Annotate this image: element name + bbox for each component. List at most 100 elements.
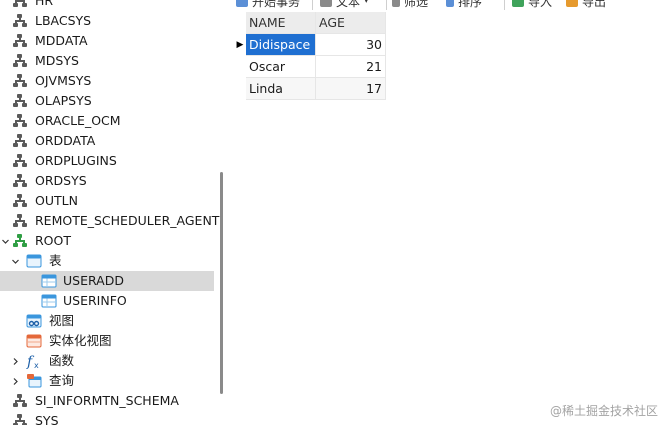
toolbar-separator: [312, 0, 313, 10]
row-gutter: ▶: [234, 12, 246, 56]
text-icon: [320, 0, 332, 7]
schema-icon: [12, 53, 28, 69]
tree-item-materialized-views[interactable]: 实体化视图: [0, 331, 214, 351]
tree-item-root[interactable]: ROOT: [0, 231, 214, 251]
tree-item-label: SI_INFORMTN_SCHEMA: [35, 393, 179, 408]
cell-age[interactable]: 30: [316, 34, 386, 56]
table-folder-icon: [26, 253, 42, 269]
export-button[interactable]: 导出: [566, 0, 606, 10]
begin-transaction-button[interactable]: 开始事务: [236, 0, 300, 10]
schema-icon: [12, 173, 28, 189]
sort-button[interactable]: 排序: [446, 0, 482, 10]
chevron-down-icon[interactable]: [0, 231, 10, 251]
view-icon: [26, 313, 42, 329]
tree-item-label: HR: [35, 0, 54, 8]
tree-item-label: ORDPLUGINS: [35, 153, 117, 168]
schema-icon: [12, 133, 28, 149]
chevron-down-icon: ▾: [364, 0, 369, 6]
tree-item-label: SYS: [35, 413, 59, 425]
chevron-down-icon[interactable]: [10, 251, 20, 271]
cell-age[interactable]: 17: [316, 78, 386, 100]
export-label: 导出: [582, 0, 607, 9]
schema-icon: [12, 153, 28, 169]
tree-item-functions[interactable]: fx 函数: [0, 351, 214, 371]
tree-item-label: 表: [49, 253, 62, 268]
tree-item-olapsys[interactable]: OLAPSYS: [0, 91, 214, 111]
tree-item-ojvmsys[interactable]: OJVMSYS: [0, 71, 214, 91]
tree-item-queries[interactable]: 查询: [0, 371, 214, 391]
column-header-name[interactable]: NAME: [246, 12, 316, 34]
materialized-view-icon: [26, 333, 42, 349]
toolbar-separator: [504, 0, 505, 10]
tree-item-ordplugins[interactable]: ORDPLUGINS: [0, 151, 214, 171]
grid-toolbar: 开始事务 文本 ▾ 筛选 排序 导入 导出: [234, 0, 662, 12]
query-icon: [26, 373, 42, 389]
filter-label: 筛选: [404, 0, 429, 9]
column-header-age[interactable]: AGE: [316, 12, 386, 34]
sort-icon: [446, 0, 454, 7]
tree-item-orddata[interactable]: ORDDATA: [0, 131, 214, 151]
tree-item-label: 查询: [49, 373, 75, 388]
toolbar-separator: [386, 0, 387, 10]
cell-name[interactable]: Linda: [246, 78, 316, 100]
tree-item-label: 实体化视图: [49, 333, 112, 348]
tree-item-label: MDSYS: [35, 53, 79, 68]
tree-item-label: 函数: [49, 353, 75, 368]
cell-name[interactable]: Oscar: [246, 56, 316, 78]
tree-item-oracle-ocm[interactable]: ORACLE_OCM: [0, 111, 214, 131]
svg-text:x: x: [34, 361, 39, 369]
tree-item-useradd[interactable]: USERADD: [0, 271, 214, 291]
tree-item-outln[interactable]: OUTLN: [0, 191, 214, 211]
import-icon: [512, 0, 524, 7]
schema-icon: [12, 0, 28, 9]
tree-item-si-informtn-schema[interactable]: SI_INFORMTN_SCHEMA: [0, 391, 214, 411]
text-label: 文本: [336, 0, 361, 9]
navigator-tree[interactable]: HR LBACSYS MDDATA MDSYS OJVMSYS OLAPSYS …: [0, 0, 226, 425]
tree-item-remote-scheduler-agent[interactable]: REMOTE_SCHEDULER_AGENT: [0, 211, 219, 231]
data-grid-pane: 开始事务 文本 ▾ 筛选 排序 导入 导出 ▶ NAME AGE Didispa…: [234, 0, 662, 425]
export-icon: [566, 0, 578, 7]
tree-item-label: OLAPSYS: [35, 93, 92, 108]
function-icon: fx: [26, 353, 42, 370]
tree-item-tables[interactable]: 表: [0, 251, 214, 271]
begin-transaction-label: 开始事务: [252, 0, 301, 9]
tree-item-label: ORACLE_OCM: [35, 113, 121, 128]
text-button[interactable]: 文本 ▾: [320, 0, 369, 10]
import-button[interactable]: 导入: [512, 0, 552, 10]
table-icon: [41, 293, 57, 309]
tree-item-label: REMOTE_SCHEDULER_AGENT: [35, 213, 220, 228]
tree-item-label: MDDATA: [35, 33, 88, 48]
tree-item-mdsys[interactable]: MDSYS: [0, 51, 214, 71]
tree-item-userinfo[interactable]: USERINFO: [0, 291, 214, 311]
table-icon: [41, 273, 57, 289]
tree-item-hr[interactable]: HR: [0, 0, 214, 11]
schema-icon: [12, 73, 28, 89]
schema-icon: [12, 413, 28, 425]
schema-icon: [12, 393, 28, 409]
tree-item-label: OJVMSYS: [35, 73, 92, 88]
gutter-header: [234, 12, 246, 34]
schema-active-icon: [12, 233, 28, 249]
cell-name[interactable]: Didispace: [246, 34, 316, 56]
schema-icon: [12, 113, 28, 129]
chevron-right-icon[interactable]: [10, 371, 20, 391]
schema-icon: [12, 33, 28, 49]
cell-age[interactable]: 21: [316, 56, 386, 78]
tree-item-label: ROOT: [35, 233, 71, 248]
tree-item-sys[interactable]: SYS: [0, 411, 214, 425]
chevron-right-icon[interactable]: [10, 351, 20, 371]
tree-item-lbacsys[interactable]: LBACSYS: [0, 11, 214, 31]
tree-item-label: LBACSYS: [35, 13, 92, 28]
current-row-indicator-icon: ▶: [236, 40, 244, 50]
tree-item-views[interactable]: 视图: [0, 311, 214, 331]
tree-scrollbar[interactable]: [220, 172, 223, 394]
tree-item-mddata[interactable]: MDDATA: [0, 31, 214, 51]
schema-icon: [12, 193, 28, 209]
filter-icon: [392, 0, 400, 7]
tree-item-label: OUTLN: [35, 193, 78, 208]
watermark: @稀土掘金技术社区: [549, 404, 658, 418]
filter-button[interactable]: 筛选: [392, 0, 428, 10]
schema-icon: [12, 13, 28, 29]
import-label: 导入: [528, 0, 553, 9]
tree-item-ordsys[interactable]: ORDSYS: [0, 171, 214, 191]
